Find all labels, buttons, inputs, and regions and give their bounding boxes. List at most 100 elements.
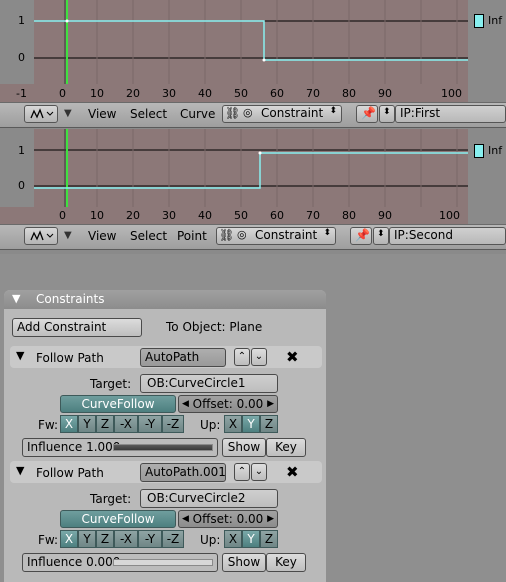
x-tick: 50	[234, 87, 248, 100]
updown-arrow-icon: ⬍	[329, 106, 337, 116]
channel-name-inf: Inf	[488, 144, 503, 157]
ipo-editor-icon	[30, 230, 54, 241]
channel-color-swatch[interactable]	[474, 144, 484, 158]
influence-fill	[114, 445, 212, 450]
editor-type-button[interactable]	[24, 105, 58, 123]
fw-axis-x[interactable]: X	[60, 415, 78, 433]
constraint-type-label: Follow Path	[36, 351, 104, 365]
panel-header[interactable]: ▼ Constraints	[4, 290, 326, 309]
caret-up-icon: ⌃	[237, 466, 247, 477]
ipo-channel-list: Inf	[468, 0, 506, 102]
constraint-type-select[interactable]: ⛓ ◎ Constraint ⬍	[216, 227, 336, 245]
up-axis-z[interactable]: Z	[260, 530, 278, 548]
key-button[interactable]: Key	[266, 438, 306, 457]
ipo-name-field[interactable]: IP:First	[395, 105, 506, 123]
constraint-type-select[interactable]: ⛓ ◎ Constraint ⬍	[222, 105, 342, 123]
x-tick: 10	[90, 87, 104, 100]
menu-select[interactable]: Select	[130, 229, 167, 243]
move-up-button[interactable]: ⌃	[234, 348, 250, 366]
ipo-curve-area[interactable]: 1 0 -1 0 10 20 30 40 50 60 70 80 90 100	[0, 0, 468, 102]
influence-slider[interactable]: Influence 1.000	[22, 438, 218, 457]
ipo-header-bottom: ▼ View Select Point ⛓ ◎ Constraint ⬍ 📌 ⬍…	[0, 224, 506, 250]
ipo-browse-button[interactable]: ⬍	[373, 227, 389, 245]
fw-axis-z[interactable]: Z	[96, 530, 114, 548]
curve-follow-toggle[interactable]: CurveFollow	[60, 395, 176, 413]
x-tick: 30	[162, 209, 176, 222]
x-tick: 60	[270, 87, 284, 100]
ipo-channel-list: Inf	[468, 129, 506, 224]
y-label-1: 1	[18, 14, 25, 27]
influence-label: Influence 1.000	[27, 440, 121, 454]
collapse-triangle-icon[interactable]: ▼	[64, 108, 72, 119]
up-axis-y[interactable]: Y	[242, 415, 260, 433]
object-icon: ◎	[243, 106, 253, 119]
fw-axis-neg-y[interactable]: -Y	[138, 415, 162, 433]
constraint-name-field[interactable]: AutoPath.001	[140, 463, 226, 482]
type-select-value: Constraint	[261, 106, 324, 120]
ipo-curve-area[interactable]: 1 0 0 10 20 30 40 50 60 70 80 90 100	[0, 129, 468, 224]
pin-button[interactable]: 📌	[350, 227, 372, 245]
channel-color-swatch[interactable]	[474, 14, 484, 28]
caret-up-icon: ⌃	[237, 351, 247, 362]
offset-field[interactable]: ◀ Offset: 0.00 ▶	[178, 395, 278, 413]
x-tick: 80	[342, 87, 356, 100]
ipo-name-field[interactable]: IP:Second	[389, 227, 506, 245]
show-button[interactable]: Show	[222, 438, 266, 457]
menu-view[interactable]: View	[88, 107, 116, 121]
fw-axis-y[interactable]: Y	[78, 415, 96, 433]
x-tick: 70	[306, 87, 320, 100]
ipo-header-top: ▼ View Select Curve ⛓ ◎ Constraint ⬍ 📌 ⬍…	[0, 102, 506, 128]
menu-select[interactable]: Select	[130, 107, 167, 121]
influence-slider[interactable]: Influence 0.000	[22, 553, 218, 572]
add-constraint-button[interactable]: Add Constraint	[12, 318, 142, 337]
increment-arrow-icon: ▶	[267, 399, 274, 409]
influence-label: Influence 0.000	[27, 555, 121, 569]
type-select-value: Constraint	[255, 228, 318, 242]
pin-button[interactable]: 📌	[356, 105, 378, 123]
fw-axis-neg-x[interactable]: -X	[114, 415, 138, 433]
show-button[interactable]: Show	[222, 553, 266, 572]
editor-type-button[interactable]	[24, 227, 58, 245]
target-field[interactable]: OB:CurveCircle1	[140, 374, 278, 393]
move-up-button[interactable]: ⌃	[234, 463, 250, 481]
up-axis-x[interactable]: X	[224, 415, 242, 433]
constraint-name-field[interactable]: AutoPath	[140, 348, 226, 367]
up-axis-z[interactable]: Z	[260, 415, 278, 433]
target-label: Target:	[90, 492, 132, 506]
panel-collapse-icon[interactable]: ▼	[12, 292, 20, 305]
delete-constraint-icon[interactable]: ✖	[286, 463, 299, 481]
caret-down-icon: ⌄	[254, 466, 264, 477]
offset-value: Offset: 0.00	[192, 512, 264, 526]
up-axis-y[interactable]: Y	[242, 530, 260, 548]
constraint-collapse-icon[interactable]: ▼	[16, 349, 24, 362]
move-down-button[interactable]: ⌄	[251, 463, 267, 481]
caret-down-icon: ⌄	[254, 351, 264, 362]
target-field[interactable]: OB:CurveCircle2	[140, 489, 278, 508]
offset-field[interactable]: ◀ Offset: 0.00 ▶	[178, 510, 278, 528]
x-tick: 70	[306, 209, 320, 222]
curve-follow-toggle[interactable]: CurveFollow	[60, 510, 176, 528]
up-axis-x[interactable]: X	[224, 530, 242, 548]
constraint-icon: ⛓	[219, 228, 235, 242]
move-down-button[interactable]: ⌄	[251, 348, 267, 366]
fw-axis-neg-z[interactable]: -Z	[162, 530, 184, 548]
fw-axis-neg-z[interactable]: -Z	[162, 415, 184, 433]
fw-axis-z[interactable]: Z	[96, 415, 114, 433]
channel-name-inf: Inf	[488, 14, 503, 27]
menu-curve[interactable]: Curve	[180, 107, 215, 121]
delete-constraint-icon[interactable]: ✖	[286, 348, 299, 366]
fw-axis-neg-x[interactable]: -X	[114, 530, 138, 548]
ipo-browse-button[interactable]: ⬍	[379, 105, 395, 123]
fw-axis-x[interactable]: X	[60, 530, 78, 548]
fw-axis-y[interactable]: Y	[78, 530, 96, 548]
menu-point[interactable]: Point	[177, 229, 207, 243]
fw-axis-neg-y[interactable]: -Y	[138, 530, 162, 548]
constraint-collapse-icon[interactable]: ▼	[16, 464, 24, 477]
constraints-panel: ▼ Constraints Add Constraint To Object: …	[4, 290, 326, 582]
pin-icon: 📌	[355, 228, 370, 242]
menu-view[interactable]: View	[88, 229, 116, 243]
curve-keyframe-point	[262, 58, 266, 62]
key-button[interactable]: Key	[266, 553, 306, 572]
x-tick: 10	[90, 209, 104, 222]
collapse-triangle-icon[interactable]: ▼	[64, 230, 72, 241]
